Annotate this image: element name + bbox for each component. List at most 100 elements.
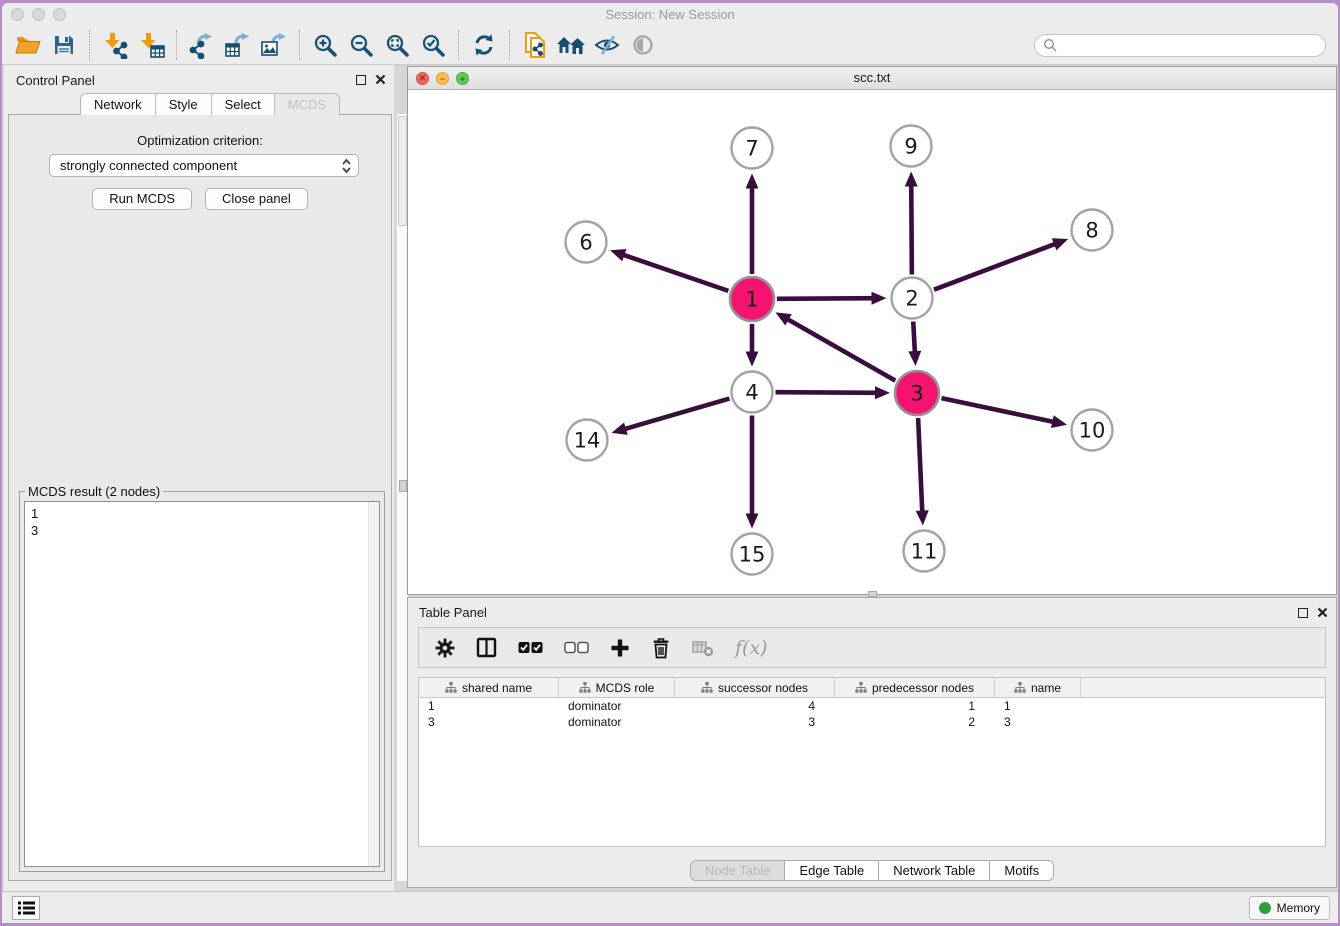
dropdown-stepper-icon [341,158,352,174]
export-image-button[interactable] [256,29,292,61]
import-network-button[interactable] [97,29,133,61]
column-header-successor-nodes[interactable]: successor nodes [675,678,835,697]
zoom-fit-button[interactable] [379,29,415,61]
maximize-window-icon[interactable] [53,8,66,21]
close-panel-icon[interactable] [375,74,386,85]
float-panel-icon[interactable] [356,75,366,85]
network-window-titlebar: ✕ − + scc.txt [408,67,1336,90]
column-split-button[interactable] [476,637,497,658]
duplicate-network-button[interactable] [517,29,553,61]
table-body: 1dominator4113dominator323 [419,698,1325,730]
table-row[interactable]: 3dominator323 [419,714,1325,730]
export-table-button[interactable] [220,29,256,61]
close-panel-button[interactable]: Close panel [205,188,308,210]
add-column-icon [610,638,630,658]
graph-edge-4-3[interactable] [775,392,878,393]
splitter-handle[interactable] [399,480,407,492]
graph-edge-2-9[interactable] [911,183,912,274]
column-header-label: successor nodes [718,681,808,695]
graph-node-label: 10 [1079,419,1106,443]
toolbar-separator [299,30,300,60]
optimization-criterion-select[interactable]: strongly connected component [49,154,359,177]
graph-edge-3-11[interactable] [918,418,922,514]
zoom-selected-button[interactable] [415,29,451,61]
minimize-window-icon[interactable] [32,8,45,21]
table-row[interactable]: 1dominator411 [419,698,1325,714]
trash-button[interactable] [651,637,671,659]
run-mcds-button[interactable]: Run MCDS [92,188,192,210]
column-split-icon [476,637,497,658]
application-window: Session: New Session [2,3,1338,923]
column-type-icon [1014,682,1026,693]
zoom-fit-icon [385,33,410,58]
edge-arrowhead [746,352,759,367]
task-list-button[interactable] [12,896,40,920]
graph-edge-4-14[interactable] [623,399,729,430]
table-header-row: shared name MCDS role successor nodes prede… [419,678,1325,698]
eye-disabled-button[interactable] [625,29,661,61]
edge-arrowhead [1052,238,1068,250]
graph-edge-1-6[interactable] [621,254,728,291]
gear-button[interactable] [435,638,455,658]
export-network-button[interactable] [184,29,220,61]
import-table-button[interactable] [133,29,169,61]
select-all-button[interactable] [518,641,543,654]
search-input[interactable] [1057,38,1317,52]
mcds-result-area[interactable]: 13 [24,501,380,867]
home-button[interactable] [553,29,589,61]
graph-edge-3-1[interactable] [786,318,895,380]
tab-network[interactable]: Network [80,93,156,115]
close-panel-icon[interactable] [1317,607,1328,618]
toolbar-separator [176,30,177,60]
result-scrollbar[interactable] [368,502,379,866]
control-panel-title: Control Panel [16,73,95,88]
graph-node-label: 14 [574,429,601,453]
column-header-name[interactable]: name [995,678,1081,697]
graph-edge-1-2[interactable] [777,298,875,299]
zoom-selected-icon [421,33,446,58]
memory-label: Memory [1277,901,1320,915]
open-file-icon [15,34,41,56]
network-graph-canvas[interactable]: 7968124314101511 [408,90,1338,593]
result-line: 1 [31,505,373,522]
tab-mcds[interactable]: MCDS [274,93,340,115]
close-network-icon[interactable]: ✕ [416,72,429,85]
column-header-label: name [1031,681,1061,695]
float-panel-icon[interactable] [1298,608,1308,618]
tab-network-table[interactable]: Network Table [878,861,989,880]
column-header-MCDS-role[interactable]: MCDS role [559,678,675,697]
tab-motifs[interactable]: Motifs [989,861,1053,880]
graph-edge-2-3[interactable] [913,321,915,354]
column-header-predecessor-nodes[interactable]: predecessor nodes [835,678,995,697]
graph-edge-3-10[interactable] [941,398,1055,422]
function-button[interactable]: f(x) [735,637,768,659]
import-table-icon [138,32,165,59]
scrollbar-thumb[interactable] [398,116,407,226]
open-file-button[interactable] [10,29,46,61]
memory-button[interactable]: Memory [1249,896,1330,920]
table-cell: 1 [995,699,1081,713]
export-image-icon [260,32,288,59]
column-header-shared-name[interactable]: shared name [419,678,559,697]
tab-style[interactable]: Style [155,93,212,115]
save-session-button[interactable] [46,29,82,61]
delete-table-button[interactable] [692,639,714,657]
graph-edge-2-8[interactable] [934,243,1057,289]
graph-node-label: 11 [911,540,938,564]
tab-node-table[interactable]: Node Table [691,861,785,880]
edge-arrowhead [871,292,886,305]
close-window-icon[interactable] [11,8,24,21]
refresh-button[interactable] [466,29,502,61]
maximize-network-icon[interactable]: + [456,72,469,85]
zoom-out-button[interactable] [343,29,379,61]
deselect-all-button[interactable] [564,641,589,654]
hide-eye-button[interactable] [589,29,625,61]
tab-select[interactable]: Select [211,93,275,115]
graph-node-label: 9 [904,135,917,159]
zoom-in-button[interactable] [307,29,343,61]
add-column-button[interactable] [610,638,630,658]
column-header-label: MCDS role [596,681,655,695]
tab-edge-table[interactable]: Edge Table [784,861,878,880]
zoom-out-icon [349,33,374,58]
minimize-network-icon[interactable]: − [436,72,449,85]
